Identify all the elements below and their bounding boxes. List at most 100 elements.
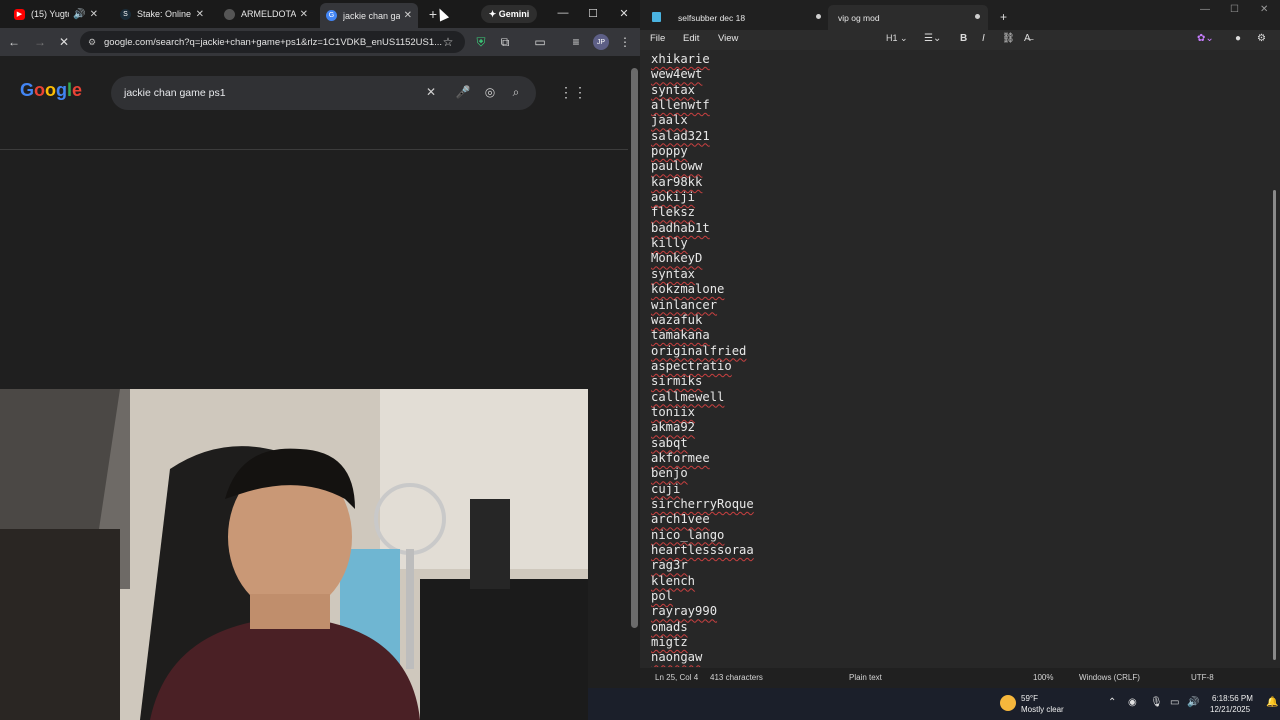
notepad-text-area[interactable]: xhikarie wew4ewt syntax allenwtf jaalx salad3…	[651, 52, 1261, 667]
tab-label: vip og mod	[838, 12, 880, 23]
notepad-tab-selfsubber[interactable]: selfsubber dec 18	[668, 5, 838, 30]
youtube-icon: ▶	[14, 8, 25, 20]
notepad-icon	[652, 12, 661, 22]
site-info-icon[interactable]: ⚙	[88, 37, 96, 48]
text-line: pauloww	[651, 159, 703, 174]
weather-condition[interactable]: Mostly clear	[1021, 705, 1064, 714]
maximize-icon[interactable]: ☐	[1230, 4, 1239, 15]
notepad-tab-vip[interactable]: vip og mod	[828, 5, 988, 30]
tab-label: ARMELDOTA	[241, 9, 296, 19]
notepad-scrollbar[interactable]	[1273, 190, 1276, 660]
close-window-icon[interactable]: ✕	[617, 6, 631, 20]
text-line: klench	[651, 573, 696, 588]
unsaved-dot-icon	[816, 14, 821, 19]
text-format[interactable]: Plain text	[849, 673, 882, 682]
heading-dropdown[interactable]: H1 ⌄	[886, 33, 908, 44]
text-line: omads	[651, 619, 688, 634]
clear-formatting-icon[interactable]: A̶	[1024, 33, 1031, 44]
text-line: toniix	[651, 404, 696, 419]
minimize-icon[interactable]: —	[556, 6, 570, 20]
close-icon[interactable]: ✕	[404, 10, 412, 21]
webcam-image	[0, 389, 588, 720]
menu-view[interactable]: View	[718, 33, 738, 44]
search-query: jackie chan game ps1	[124, 87, 226, 99]
close-icon[interactable]: ✕	[196, 9, 204, 20]
notification-bell-icon[interactable]: 🔔	[1266, 697, 1278, 708]
tab-google-search[interactable]: G jackie chan gam ✕	[320, 3, 418, 28]
weather-temp[interactable]: 59°F	[1021, 694, 1038, 703]
gemini-label: Gemini	[498, 9, 530, 19]
notepad-menubar: File Edit View H1 ⌄ ☰⌄ B I ⛓ A̶ ✿⌄ ● ⚙	[640, 30, 1280, 50]
text-line: MonkeyD	[651, 251, 703, 266]
encoding[interactable]: UTF-8	[1191, 673, 1214, 682]
copilot-icon[interactable]: ✿⌄	[1197, 33, 1214, 44]
text-line: aokiji	[651, 190, 696, 205]
maximize-icon[interactable]: ☐	[586, 6, 600, 20]
menu-dots-icon[interactable]: ⋮	[617, 34, 633, 50]
voice-search-icon[interactable]: 🎤	[455, 84, 471, 100]
speaker-icon[interactable]: 🔊	[73, 9, 85, 20]
volume-icon[interactable]: 🔊	[1187, 697, 1199, 708]
browser-scrollbar[interactable]	[629, 56, 640, 690]
text-line: allenwtf	[651, 98, 710, 113]
chevron-up-icon[interactable]: ⌃	[1108, 697, 1116, 708]
text-line: xhikarie	[651, 52, 710, 66]
tab-youtube[interactable]: ▶ (15) Yugto 🔊 ✕	[8, 3, 104, 25]
cast-icon[interactable]: ▭	[532, 34, 548, 50]
bookmark-star-icon[interactable]: ☆	[440, 34, 456, 50]
text-line: callmewell	[651, 389, 725, 404]
tab-label: Stake: Online C	[137, 9, 192, 19]
profile-avatar[interactable]: JP	[593, 34, 609, 50]
avatar-icon	[224, 8, 235, 20]
google-icon: G	[326, 10, 337, 21]
clock-time[interactable]: 6:18:56 PM	[1212, 694, 1253, 703]
menu-edit[interactable]: Edit	[683, 33, 699, 44]
minimize-icon[interactable]: —	[1200, 4, 1210, 15]
address-bar[interactable]: ⚙ google.com/search?q=jackie+chan+game+p…	[80, 31, 465, 53]
text-line: migtz	[651, 635, 688, 650]
text-line: tamakana	[651, 328, 710, 343]
stake-icon: S	[120, 8, 131, 20]
list-icon[interactable]: ☰⌄	[924, 33, 941, 44]
line-ending[interactable]: Windows (CRLF)	[1079, 673, 1140, 682]
google-logo[interactable]: Google	[20, 80, 82, 101]
tab-label: (15) Yugto	[31, 9, 70, 19]
tab-stake[interactable]: S Stake: Online C ✕	[114, 3, 210, 25]
extension-shield-icon[interactable]: ⛨	[473, 34, 489, 50]
new-tab-icon[interactable]: +	[1000, 10, 1007, 24]
media-icon[interactable]: ≡	[568, 34, 584, 50]
close-icon[interactable]: ✕	[300, 9, 308, 20]
search-input[interactable]: jackie chan game ps1	[111, 76, 536, 110]
italic-icon[interactable]: I	[982, 33, 985, 44]
close-window-icon[interactable]: ✕	[1260, 4, 1268, 15]
clock-date[interactable]: 12/21/2025	[1210, 705, 1250, 714]
menu-file[interactable]: File	[650, 33, 665, 44]
search-icon[interactable]: ⌕	[508, 84, 524, 100]
link-icon[interactable]: ⛓	[1002, 33, 1015, 44]
scrollbar-thumb[interactable]	[631, 68, 638, 628]
text-line: poppy	[651, 144, 688, 159]
gemini-button[interactable]: ✦ Gemini	[481, 5, 537, 23]
divider	[0, 149, 628, 150]
forward-icon[interactable]: →	[32, 34, 48, 50]
clear-icon[interactable]: ✕	[423, 84, 439, 100]
cursor-position: Ln 25, Col 4	[655, 673, 699, 682]
microphone-icon[interactable]: 🎙	[1150, 697, 1163, 708]
apps-grid-icon[interactable]: ⋮⋮	[559, 84, 587, 100]
stop-loading-icon[interactable]: ✕	[56, 34, 72, 50]
app-tray-icon[interactable]: ◉	[1128, 697, 1137, 708]
close-icon[interactable]: ✕	[90, 9, 98, 20]
back-icon[interactable]: ←	[6, 34, 22, 50]
settings-gear-icon[interactable]: ⚙	[1257, 33, 1266, 44]
text-line: jaalx	[651, 113, 688, 128]
account-icon[interactable]: ●	[1235, 33, 1241, 44]
lens-icon[interactable]: ◎	[482, 84, 498, 100]
tab-armeldota[interactable]: ARMELDOTA ✕	[218, 3, 314, 25]
text-line: akformee	[651, 450, 710, 465]
zoom-level[interactable]: 100%	[1033, 673, 1053, 682]
bold-icon[interactable]: B	[960, 33, 967, 44]
network-icon[interactable]: ▭	[1170, 697, 1179, 708]
extensions-puzzle-icon[interactable]: ⧉	[497, 34, 513, 50]
text-line: rag3r	[651, 558, 688, 573]
text-line: wazafuk	[651, 312, 703, 327]
